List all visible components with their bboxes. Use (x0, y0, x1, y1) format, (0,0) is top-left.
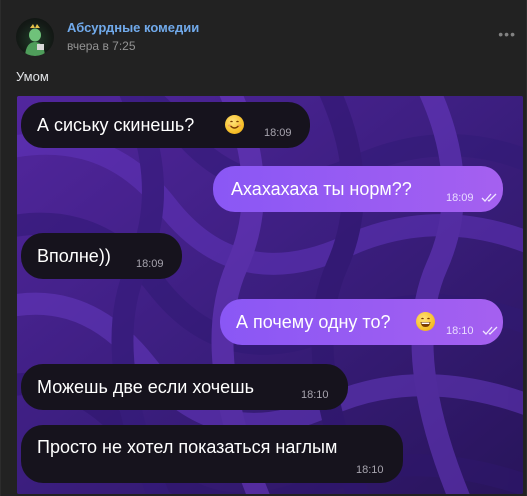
message-text: А сиську скинешь? (37, 115, 195, 135)
post-photo[interactable]: А сиську скинешь? 18:09 Ахахахаха ты нор… (17, 96, 523, 494)
community-name-link[interactable]: Абсурдные комедии (67, 20, 199, 35)
message-incoming[interactable]: Вполне)) 18:09 (21, 233, 182, 279)
post-timestamp[interactable]: вчера в 7:25 (67, 39, 136, 53)
message-text: Можешь две если хочешь (37, 377, 254, 397)
message-outgoing[interactable]: Ахахахаха ты норм?? 18:09 (213, 166, 503, 212)
message-time: 18:09 (446, 192, 474, 204)
wall-post: Абсурдные комедии вчера в 7:25 ••• Умом (0, 0, 527, 496)
message-incoming[interactable]: Можешь две если хочешь 18:10 (21, 364, 348, 410)
message-text: Просто не хотел показаться наглым (37, 437, 338, 457)
read-checkmarks-icon (482, 326, 498, 335)
message-time: 18:10 (356, 464, 384, 476)
message-time: 18:09 (264, 127, 292, 139)
message-incoming[interactable]: Просто не хотел показаться наглым 18:10 (21, 425, 403, 483)
more-horizontal-icon[interactable]: ••• (498, 26, 516, 42)
read-checkmarks-icon (481, 193, 497, 202)
message-time: 18:10 (301, 389, 329, 401)
message-text: Вполне)) (37, 246, 111, 266)
post-text: Умом (16, 69, 49, 84)
message-outgoing[interactable]: А почему одну то? 18:10 (220, 299, 503, 345)
post-header: Абсурдные комедии вчера в 7:25 ••• (16, 16, 516, 60)
message-time: 18:09 (136, 258, 164, 270)
message-time: 18:10 (446, 325, 474, 337)
message-text: Ахахахаха ты норм?? (231, 179, 412, 199)
smiling-face-icon (225, 115, 244, 134)
message-incoming[interactable]: А сиську скинешь? 18:09 (21, 102, 310, 148)
grinning-face-icon (416, 312, 435, 331)
community-avatar[interactable] (16, 18, 54, 56)
message-text: А почему одну то? (236, 312, 391, 332)
